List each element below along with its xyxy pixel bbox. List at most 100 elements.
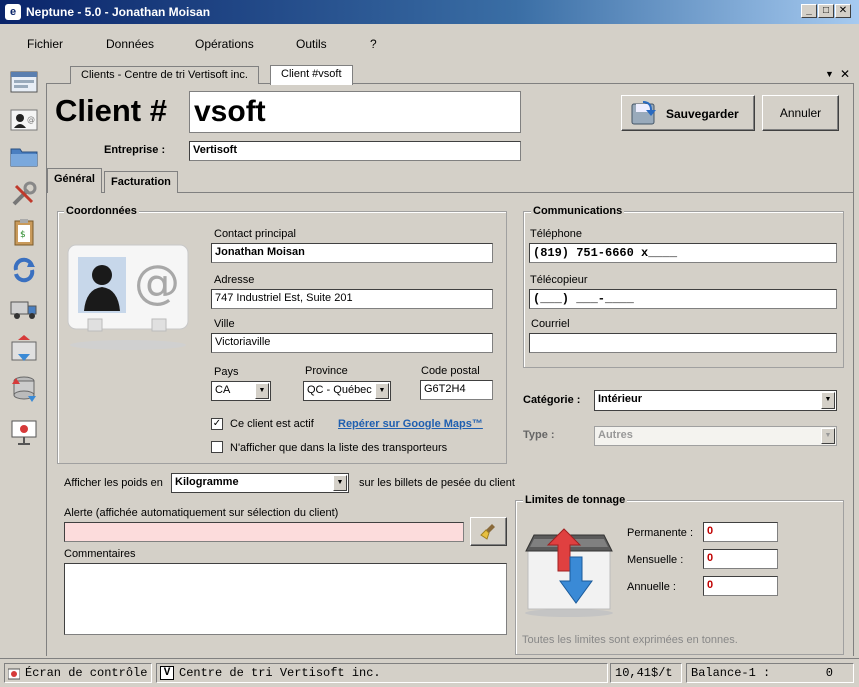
pays-label: Pays [214,366,239,378]
svg-text:@: @ [134,255,180,309]
window-icon[interactable] [8,66,40,98]
chevron-down-icon[interactable]: ▼ [333,475,347,491]
chevron-down-icon: ▼ [821,428,835,444]
menu-fichier[interactable]: Fichier [27,37,63,51]
pays-value: CA [215,384,231,396]
transport-checkbox[interactable] [211,441,223,453]
menu-donnees[interactable]: Données [106,37,154,51]
ville-field[interactable]: Victoriaville [211,333,493,353]
status-balance: Balance-1 : 0 [686,663,854,683]
menu-operations[interactable]: Opérations [195,37,254,51]
contact-card-icon[interactable]: @ [8,104,40,136]
status-controle-label: Écran de contrôle [25,666,148,680]
province-label: Province [305,365,348,377]
title-bar: e Neptune - 5.0 - Jonathan Moisan _ □ ✕ [0,0,859,24]
communications-title: Communications [531,205,625,217]
categorie-select[interactable]: Intérieur ▼ [594,390,837,411]
limites-note: Toutes les limites sont exprimées en ton… [522,634,738,646]
refresh-icon[interactable] [8,254,40,286]
entreprise-field[interactable]: Vertisoft [189,141,521,161]
chevron-down-icon[interactable]: ▼ [255,383,269,399]
tools-icon[interactable] [8,178,40,210]
adresse-label: Adresse [214,274,255,286]
save-label: Sauvegarder [666,107,739,121]
clear-alerte-button[interactable] [470,517,507,546]
poids-prefix-label: Afficher les poids en [64,477,163,489]
province-select[interactable]: QC - Québec ▼ [303,381,391,401]
contact-field[interactable]: Jonathan Moisan [211,243,493,263]
postal-field[interactable]: G6T2H4 [420,380,493,400]
annuelle-field[interactable]: 0 [703,576,778,596]
alerte-field[interactable] [64,522,464,542]
type-value: Autres [598,429,633,441]
permanente-field[interactable]: 0 [703,522,778,542]
province-value: QC - Québec [307,384,372,396]
tab-facturation[interactable]: Facturation [104,171,178,193]
tab-client-vsoft[interactable]: Client #vsoft [270,65,353,85]
menu-outils[interactable]: Outils [296,37,327,51]
menu-help[interactable]: ? [370,37,377,51]
minimize-button[interactable]: _ [801,4,817,18]
actif-label: Ce client est actif [230,418,314,430]
limites-title: Limites de tonnage [523,494,628,506]
fax-label: Télécopieur [530,274,588,286]
presentation-icon[interactable] [8,416,40,448]
tonnage-icon [525,528,613,617]
google-maps-link[interactable]: Repérer sur Google Maps™ [338,418,483,430]
coordonnees-title: Coordonnées [64,205,139,217]
transfer-icon[interactable] [8,334,40,366]
commentaires-field[interactable] [64,563,507,635]
actif-checkbox[interactable]: ✓ [211,418,223,430]
tab-general[interactable]: Général [47,168,102,193]
svg-text:@: @ [27,115,35,124]
tab-clients-list[interactable]: Clients - Centre de tri Vertisoft inc. [70,66,259,84]
cancel-button[interactable]: Annuler [762,95,839,131]
save-button[interactable]: Sauvegarder [621,95,755,131]
mensuelle-field[interactable]: 0 [703,549,778,569]
database-icon[interactable] [8,372,40,404]
chevron-down-icon[interactable]: ▼ [821,392,835,409]
courriel-field[interactable] [529,333,837,353]
maximize-button[interactable]: □ [818,4,834,18]
menu-bar: Fichier Données Opérations Outils ? [0,24,859,62]
truck-icon[interactable] [8,292,40,324]
folder-icon[interactable] [8,140,40,172]
mensuelle-label: Mensuelle : [627,554,684,566]
save-icon [631,101,656,125]
transport-label: N'afficher que dans la liste des transpo… [230,442,448,454]
window-title: Neptune - 5.0 - Jonathan Moisan [26,5,211,19]
pays-select[interactable]: CA ▼ [211,381,271,401]
client-id-field[interactable]: vsoft [189,91,521,133]
status-prix: 10,41$/t [610,663,682,683]
client-number-label: Client # [55,93,167,128]
document-tabs: Clients - Centre de tri Vertisoft inc. C… [46,64,854,85]
telephone-field[interactable]: (819) 751-6660 x____ [529,243,837,263]
categorie-label: Catégorie : [523,394,581,406]
poids-suffix-label: sur les billets de pesée du client [359,477,515,489]
fax-field[interactable]: (___) ___-____ [529,289,837,309]
ville-label: Ville [214,318,235,330]
broom-icon [480,524,495,540]
balance-label: Balance-1 : [691,666,771,680]
status-controle[interactable]: Écran de contrôle [4,663,152,683]
tab-close-icon[interactable]: ✕ [840,67,850,81]
contact-card-icon: @ [67,244,189,350]
close-button[interactable]: ✕ [835,4,851,18]
telephone-label: Téléphone [530,228,582,240]
status-bar: Écran de contrôle V Centre de tri Vertis… [0,658,859,687]
tab-menu-icon[interactable]: ▼ [825,69,834,79]
type-select: Autres ▼ [594,426,837,446]
postal-label: Code postal [421,365,480,377]
left-toolbar: @ $ [4,64,44,454]
poids-unit-select[interactable]: Kilogramme ▼ [171,473,349,493]
chevron-down-icon[interactable]: ▼ [375,383,389,399]
balance-value: 0 [825,666,833,680]
clipboard-icon[interactable]: $ [8,216,40,248]
status-centre-label: Centre de tri Vertisoft inc. [179,666,381,680]
categorie-value: Intérieur [598,393,643,405]
commentaires-label: Commentaires [64,548,136,560]
poids-unit-value: Kilogramme [175,476,239,488]
courriel-label: Courriel [531,318,570,330]
alerte-label: Alerte (affichée automatiquement sur sél… [64,507,339,519]
adresse-field[interactable]: 747 Industriel Est, Suite 201 [211,289,493,309]
